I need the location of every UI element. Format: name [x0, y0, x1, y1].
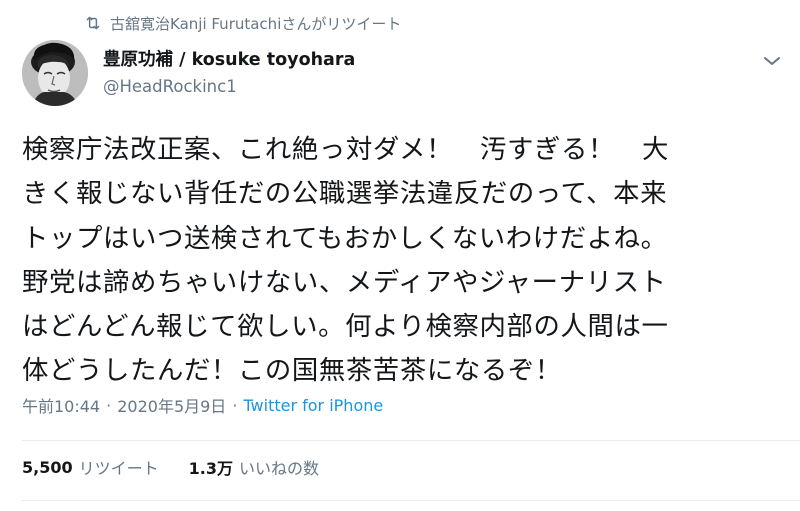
likes-stat[interactable]: 1.3万 いいねの数	[189, 455, 319, 479]
tweet-text-line: きく報じない背任だの公職選挙法違反だのって、本来	[22, 178, 668, 210]
tweet-date[interactable]: 2020年5月9日	[117, 393, 226, 417]
divider	[22, 500, 800, 501]
tweet-source-link[interactable]: Twitter for iPhone	[243, 396, 383, 415]
retweets-count: 5,500	[22, 457, 73, 477]
divider	[22, 440, 800, 441]
tweet-text-line: 体どうしたんだ！この国無茶苦茶になるぞ！	[22, 355, 562, 387]
more-options-button[interactable]	[758, 50, 786, 72]
chevron-down-icon	[764, 57, 780, 65]
meta-separator: ·	[106, 395, 112, 415]
likes-count: 1.3万	[188, 459, 233, 478]
tweet-text: 検察庁法改正案、これ絶っ対ダメ！ 汚すぎる！ 大 きく報じない背任だの公職選挙法…	[22, 128, 792, 394]
retweets-stat[interactable]: 5,500 リツイート	[22, 455, 159, 479]
avatar[interactable]	[22, 40, 88, 106]
retweet-context-text[interactable]: 古舘寛治Kanji Furutachiさんがリツイート	[110, 13, 401, 34]
tweet-time[interactable]: 午前10:44	[22, 393, 100, 417]
tweet-text-line: 検察庁法改正案、これ絶っ対ダメ！ 汚すぎる！ 大	[22, 134, 669, 165]
retweet-context: 古舘寛治Kanji Furutachiさんがリツイート	[84, 10, 401, 36]
author-block: 豊原功補 / kosuke toyohara @HeadRockinc1	[103, 48, 355, 100]
display-name[interactable]: 豊原功補 / kosuke toyohara	[103, 48, 355, 72]
tweet-text-line: トップはいつ送検されてもおかしくないわけだよね。	[22, 222, 668, 254]
tweet-meta: 午前10:44 · 2020年5月9日 · Twitter for iPhone	[22, 393, 383, 417]
tweet-stats: 5,500 リツイート 1.3万 いいねの数	[22, 455, 319, 479]
meta-separator: ·	[232, 395, 238, 415]
avatar-portrait	[22, 40, 88, 106]
likes-label: いいねの数	[238, 459, 319, 478]
tweet-text-line: 野党は諦めちゃいけない、メディアやジャーナリスト	[22, 266, 667, 298]
user-handle[interactable]: @HeadRockinc1	[103, 74, 355, 100]
tweet-text-line: はどんどん報じて欲しい。何より検察内部の人間は一	[22, 311, 669, 343]
retweet-icon	[84, 14, 102, 32]
retweets-label: リツイート	[78, 459, 159, 478]
tweet-card: 古舘寛治Kanji Furutachiさんがリツイート 豊原功補 / kosuk…	[0, 0, 800, 511]
